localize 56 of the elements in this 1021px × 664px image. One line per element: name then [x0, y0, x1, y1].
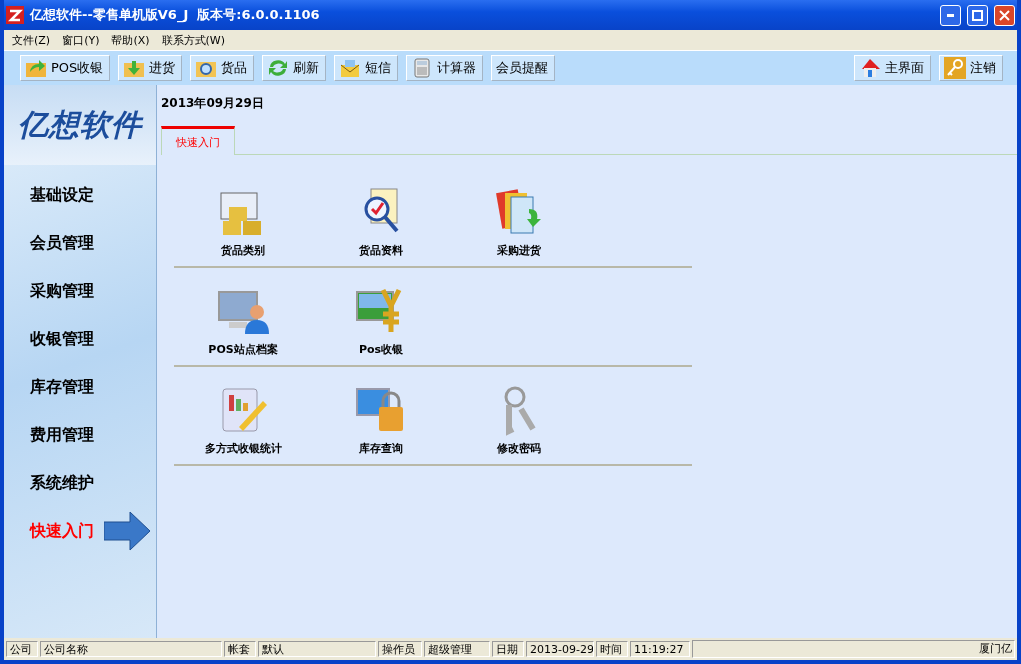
shortcut-label[interactable]: 多方式收银统计 — [204, 441, 282, 456]
status-label: 时间 — [596, 641, 628, 657]
app-logo-icon — [6, 6, 24, 24]
shortcut-label[interactable]: 货品资料 — [359, 243, 403, 258]
menu-item[interactable]: 帮助(X) — [107, 32, 154, 48]
minimize-icon — [947, 13, 954, 17]
status-label: 公司 — [6, 641, 38, 657]
refresh-icon — [267, 58, 290, 78]
sidebar-item[interactable]: 系统维护 — [4, 459, 156, 507]
window-title: 亿想软件--零售单机版V6_J 版本号:6.0.0.1106 — [30, 6, 321, 24]
minimize-button[interactable] — [940, 4, 961, 26]
status-value: 11:19:27 — [630, 641, 690, 657]
shortcut-label[interactable]: 采购进货 — [497, 243, 541, 258]
menu-item[interactable]: 窗口(Y) — [58, 32, 104, 48]
close-button[interactable] — [994, 4, 1015, 26]
key-icon — [944, 57, 966, 79]
status-label: 操作员 — [378, 641, 422, 657]
shortcut-label[interactable]: 货品类别 — [221, 243, 265, 258]
sidebar-item[interactable]: 收银管理 — [4, 315, 156, 363]
toolbar-button[interactable]: 计算器 — [406, 55, 484, 81]
status-text: 厦门亿 — [692, 640, 1015, 658]
shortcut-label[interactable]: 库存查询 — [359, 441, 403, 456]
shortcut-label[interactable]: Pos收银 — [358, 342, 404, 357]
status-value: 超级管理 — [424, 641, 490, 657]
status-label: 帐套 — [224, 641, 256, 657]
menu-item[interactable]: 文件(Z) — [8, 32, 55, 48]
toolbar-button[interactable]: POS收银 — [20, 55, 111, 81]
maximize-icon — [972, 9, 983, 21]
toolbar-button[interactable]: 货品 — [190, 55, 255, 81]
sidebar-item[interactable]: 采购管理 — [4, 267, 156, 315]
close-icon — [999, 9, 1010, 21]
maximize-button[interactable] — [967, 4, 988, 26]
envelope-icon — [339, 58, 362, 78]
status-value: 默认 — [258, 641, 376, 657]
logo-text: 亿想软件 — [18, 105, 142, 144]
toolbar-button[interactable]: 短信 — [334, 55, 399, 81]
sidebar-item[interactable]: 基础设定 — [4, 171, 156, 219]
toolbar-button[interactable]: 注销 — [939, 55, 1003, 81]
toolbar-button[interactable]: 进货 — [118, 55, 183, 81]
status-label: 日期 — [492, 641, 524, 657]
toolbar-button[interactable]: 主界面 — [854, 55, 931, 81]
folder-arrow-icon — [123, 58, 146, 78]
folder-arrow-icon — [25, 58, 47, 78]
menu-item[interactable]: 联系方式(W) — [157, 32, 230, 48]
sidebar-item[interactable]: 费用管理 — [4, 411, 156, 459]
toolbar-button[interactable]: 会员提醒 — [491, 55, 556, 81]
sidebar-item[interactable]: 会员管理 — [4, 219, 156, 267]
house-icon — [859, 58, 881, 78]
right-arrow-icon — [104, 511, 150, 551]
shortcut-label[interactable]: 修改密码 — [497, 441, 541, 456]
toolbar-button[interactable]: 刷新 — [262, 55, 327, 81]
status-value: 2013-09-29 — [526, 641, 594, 657]
sidebar-item[interactable]: 库存管理 — [4, 363, 156, 411]
shortcut-label[interactable]: POS站点档案 — [208, 342, 278, 357]
date-text: 2013年09月29日 — [161, 95, 265, 112]
status-value: 公司名称 — [40, 641, 222, 657]
